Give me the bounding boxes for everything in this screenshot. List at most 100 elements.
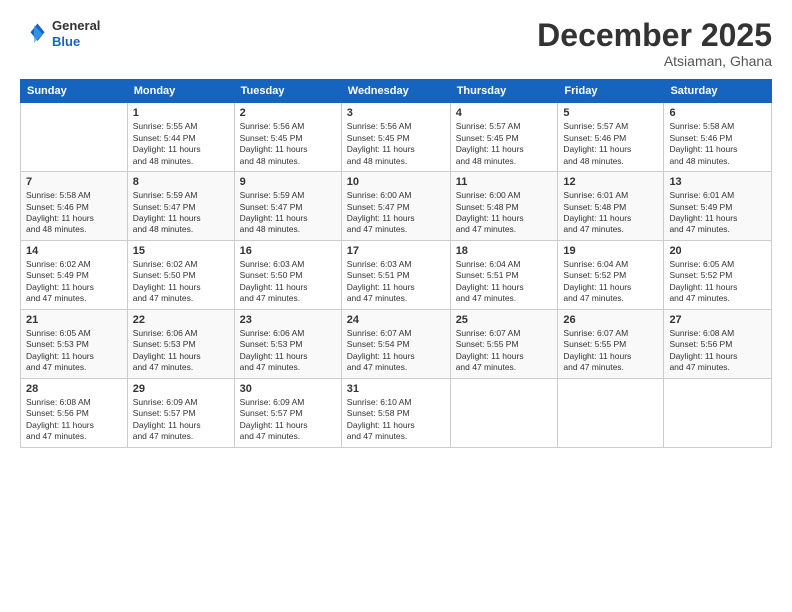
calendar-cell: 12 Sunrise: 6:01 AM Sunset: 5:48 PM Dayli… [558, 172, 664, 241]
day-info: Sunrise: 5:59 AM Sunset: 5:47 PM Dayligh… [133, 190, 229, 236]
day-number: 30 [240, 383, 336, 395]
day-number: 4 [456, 107, 553, 119]
calendar-header-saturday: Saturday [664, 80, 772, 103]
day-number: 20 [669, 245, 766, 257]
day-info: Sunrise: 6:06 AM Sunset: 5:53 PM Dayligh… [240, 328, 336, 374]
calendar-cell: 27 Sunrise: 6:08 AM Sunset: 5:56 PM Dayli… [664, 309, 772, 378]
calendar-cell: 24Sunrise: 6:07 AM Sunset: 5:54 PM Dayli… [341, 309, 450, 378]
calendar-cell: 1Sunrise: 5:55 AM Sunset: 5:44 PM Daylig… [127, 103, 234, 172]
logo: General Blue [20, 18, 100, 49]
day-number: 3 [347, 107, 445, 119]
day-info: Sunrise: 6:02 AM Sunset: 5:50 PM Dayligh… [133, 259, 229, 305]
calendar-table: SundayMondayTuesdayWednesdayThursdayFrid… [20, 79, 772, 447]
day-info: Sunrise: 6:01 AM Sunset: 5:49 PM Dayligh… [669, 190, 766, 236]
day-info: Sunrise: 6:04 AM Sunset: 5:52 PM Dayligh… [563, 259, 658, 305]
day-info: Sunrise: 6:00 AM Sunset: 5:48 PM Dayligh… [456, 190, 553, 236]
day-info: Sunrise: 6:00 AM Sunset: 5:47 PM Dayligh… [347, 190, 445, 236]
day-info: Sunrise: 6:04 AM Sunset: 5:51 PM Dayligh… [456, 259, 553, 305]
calendar-cell: 19 Sunrise: 6:04 AM Sunset: 5:52 PM Dayli… [558, 240, 664, 309]
calendar-cell: 14 Sunrise: 6:02 AM Sunset: 5:49 PM Dayli… [21, 240, 128, 309]
day-number: 15 [133, 245, 229, 257]
calendar-cell: 30Sunrise: 6:09 AM Sunset: 5:57 PM Dayli… [234, 378, 341, 447]
calendar-cell [450, 378, 558, 447]
day-number: 21 [26, 314, 122, 326]
calendar-cell: 25Sunrise: 6:07 AM Sunset: 5:55 PM Dayli… [450, 309, 558, 378]
calendar-cell: 11 Sunrise: 6:00 AM Sunset: 5:48 PM Dayli… [450, 172, 558, 241]
calendar-cell: 17 Sunrise: 6:03 AM Sunset: 5:51 PM Dayli… [341, 240, 450, 309]
logo-blue: Blue [52, 34, 100, 50]
day-info: Sunrise: 6:10 AM Sunset: 5:58 PM Dayligh… [347, 397, 445, 443]
calendar-cell: 9 Sunrise: 5:59 AM Sunset: 5:47 PM Daylig… [234, 172, 341, 241]
day-number: 10 [347, 176, 445, 188]
day-number: 11 [456, 176, 553, 188]
calendar-cell: 16Sunrise: 6:03 AM Sunset: 5:50 PM Dayli… [234, 240, 341, 309]
day-number: 28 [26, 383, 122, 395]
day-number: 25 [456, 314, 553, 326]
title-block: December 2025 Atsiaman, Ghana [537, 18, 772, 69]
day-number: 14 [26, 245, 122, 257]
day-info: Sunrise: 5:58 AM Sunset: 5:46 PM Dayligh… [669, 121, 766, 167]
calendar-week-3: 14 Sunrise: 6:02 AM Sunset: 5:49 PM Dayli… [21, 240, 772, 309]
day-info: Sunrise: 5:57 AM Sunset: 5:45 PM Dayligh… [456, 121, 553, 167]
calendar-header-friday: Friday [558, 80, 664, 103]
day-info: Sunrise: 6:05 AM Sunset: 5:52 PM Dayligh… [669, 259, 766, 305]
page: General Blue December 2025 Atsiaman, Gha… [0, 0, 792, 612]
day-info: Sunrise: 6:08 AM Sunset: 5:56 PM Dayligh… [669, 328, 766, 374]
day-info: Sunrise: 5:56 AM Sunset: 5:45 PM Dayligh… [240, 121, 336, 167]
day-number: 19 [563, 245, 658, 257]
month-title: December 2025 [537, 18, 772, 53]
calendar-cell [558, 378, 664, 447]
day-number: 2 [240, 107, 336, 119]
calendar-header-row: SundayMondayTuesdayWednesdayThursdayFrid… [21, 80, 772, 103]
calendar-cell: 7Sunrise: 5:58 AM Sunset: 5:46 PM Daylig… [21, 172, 128, 241]
calendar-cell: 29Sunrise: 6:09 AM Sunset: 5:57 PM Dayli… [127, 378, 234, 447]
day-info: Sunrise: 6:06 AM Sunset: 5:53 PM Dayligh… [133, 328, 229, 374]
day-info: Sunrise: 6:02 AM Sunset: 5:49 PM Dayligh… [26, 259, 122, 305]
calendar-cell: 20 Sunrise: 6:05 AM Sunset: 5:52 PM Dayli… [664, 240, 772, 309]
day-number: 29 [133, 383, 229, 395]
calendar-cell: 4 Sunrise: 5:57 AM Sunset: 5:45 PM Daylig… [450, 103, 558, 172]
day-number: 13 [669, 176, 766, 188]
calendar-header-tuesday: Tuesday [234, 80, 341, 103]
day-info: Sunrise: 5:59 AM Sunset: 5:47 PM Dayligh… [240, 190, 336, 236]
day-number: 31 [347, 383, 445, 395]
day-info: Sunrise: 6:03 AM Sunset: 5:50 PM Dayligh… [240, 259, 336, 305]
calendar-header-sunday: Sunday [21, 80, 128, 103]
calendar-cell: 23 Sunrise: 6:06 AM Sunset: 5:53 PM Dayli… [234, 309, 341, 378]
logo-general: General [52, 18, 100, 34]
day-number: 23 [240, 314, 336, 326]
day-info: Sunrise: 6:05 AM Sunset: 5:53 PM Dayligh… [26, 328, 122, 374]
calendar-cell: 15 Sunrise: 6:02 AM Sunset: 5:50 PM Dayli… [127, 240, 234, 309]
calendar-cell: 5Sunrise: 5:57 AM Sunset: 5:46 PM Daylig… [558, 103, 664, 172]
calendar-cell: 31 Sunrise: 6:10 AM Sunset: 5:58 PM Dayli… [341, 378, 450, 447]
calendar-week-1: 1Sunrise: 5:55 AM Sunset: 5:44 PM Daylig… [21, 103, 772, 172]
calendar-header-wednesday: Wednesday [341, 80, 450, 103]
day-number: 22 [133, 314, 229, 326]
calendar-cell: 18Sunrise: 6:04 AM Sunset: 5:51 PM Dayli… [450, 240, 558, 309]
calendar-cell [664, 378, 772, 447]
day-info: Sunrise: 6:08 AM Sunset: 5:56 PM Dayligh… [26, 397, 122, 443]
day-info: Sunrise: 6:07 AM Sunset: 5:54 PM Dayligh… [347, 328, 445, 374]
calendar-week-5: 28 Sunrise: 6:08 AM Sunset: 5:56 PM Dayli… [21, 378, 772, 447]
day-number: 17 [347, 245, 445, 257]
day-number: 12 [563, 176, 658, 188]
calendar-cell: 28 Sunrise: 6:08 AM Sunset: 5:56 PM Dayli… [21, 378, 128, 447]
calendar-cell: 21 Sunrise: 6:05 AM Sunset: 5:53 PM Dayli… [21, 309, 128, 378]
day-number: 5 [563, 107, 658, 119]
calendar-cell [21, 103, 128, 172]
calendar-week-2: 7Sunrise: 5:58 AM Sunset: 5:46 PM Daylig… [21, 172, 772, 241]
day-info: Sunrise: 6:01 AM Sunset: 5:48 PM Dayligh… [563, 190, 658, 236]
calendar-cell: 26Sunrise: 6:07 AM Sunset: 5:55 PM Dayli… [558, 309, 664, 378]
calendar-cell: 2 Sunrise: 5:56 AM Sunset: 5:45 PM Daylig… [234, 103, 341, 172]
calendar-cell: 8Sunrise: 5:59 AM Sunset: 5:47 PM Daylig… [127, 172, 234, 241]
calendar-cell: 22 Sunrise: 6:06 AM Sunset: 5:53 PM Dayli… [127, 309, 234, 378]
calendar-header-thursday: Thursday [450, 80, 558, 103]
day-info: Sunrise: 5:56 AM Sunset: 5:45 PM Dayligh… [347, 121, 445, 167]
calendar-cell: 3 Sunrise: 5:56 AM Sunset: 5:45 PM Daylig… [341, 103, 450, 172]
calendar-header-monday: Monday [127, 80, 234, 103]
day-number: 9 [240, 176, 336, 188]
day-number: 27 [669, 314, 766, 326]
day-info: Sunrise: 5:58 AM Sunset: 5:46 PM Dayligh… [26, 190, 122, 236]
calendar-cell: 6Sunrise: 5:58 AM Sunset: 5:46 PM Daylig… [664, 103, 772, 172]
day-info: Sunrise: 6:03 AM Sunset: 5:51 PM Dayligh… [347, 259, 445, 305]
